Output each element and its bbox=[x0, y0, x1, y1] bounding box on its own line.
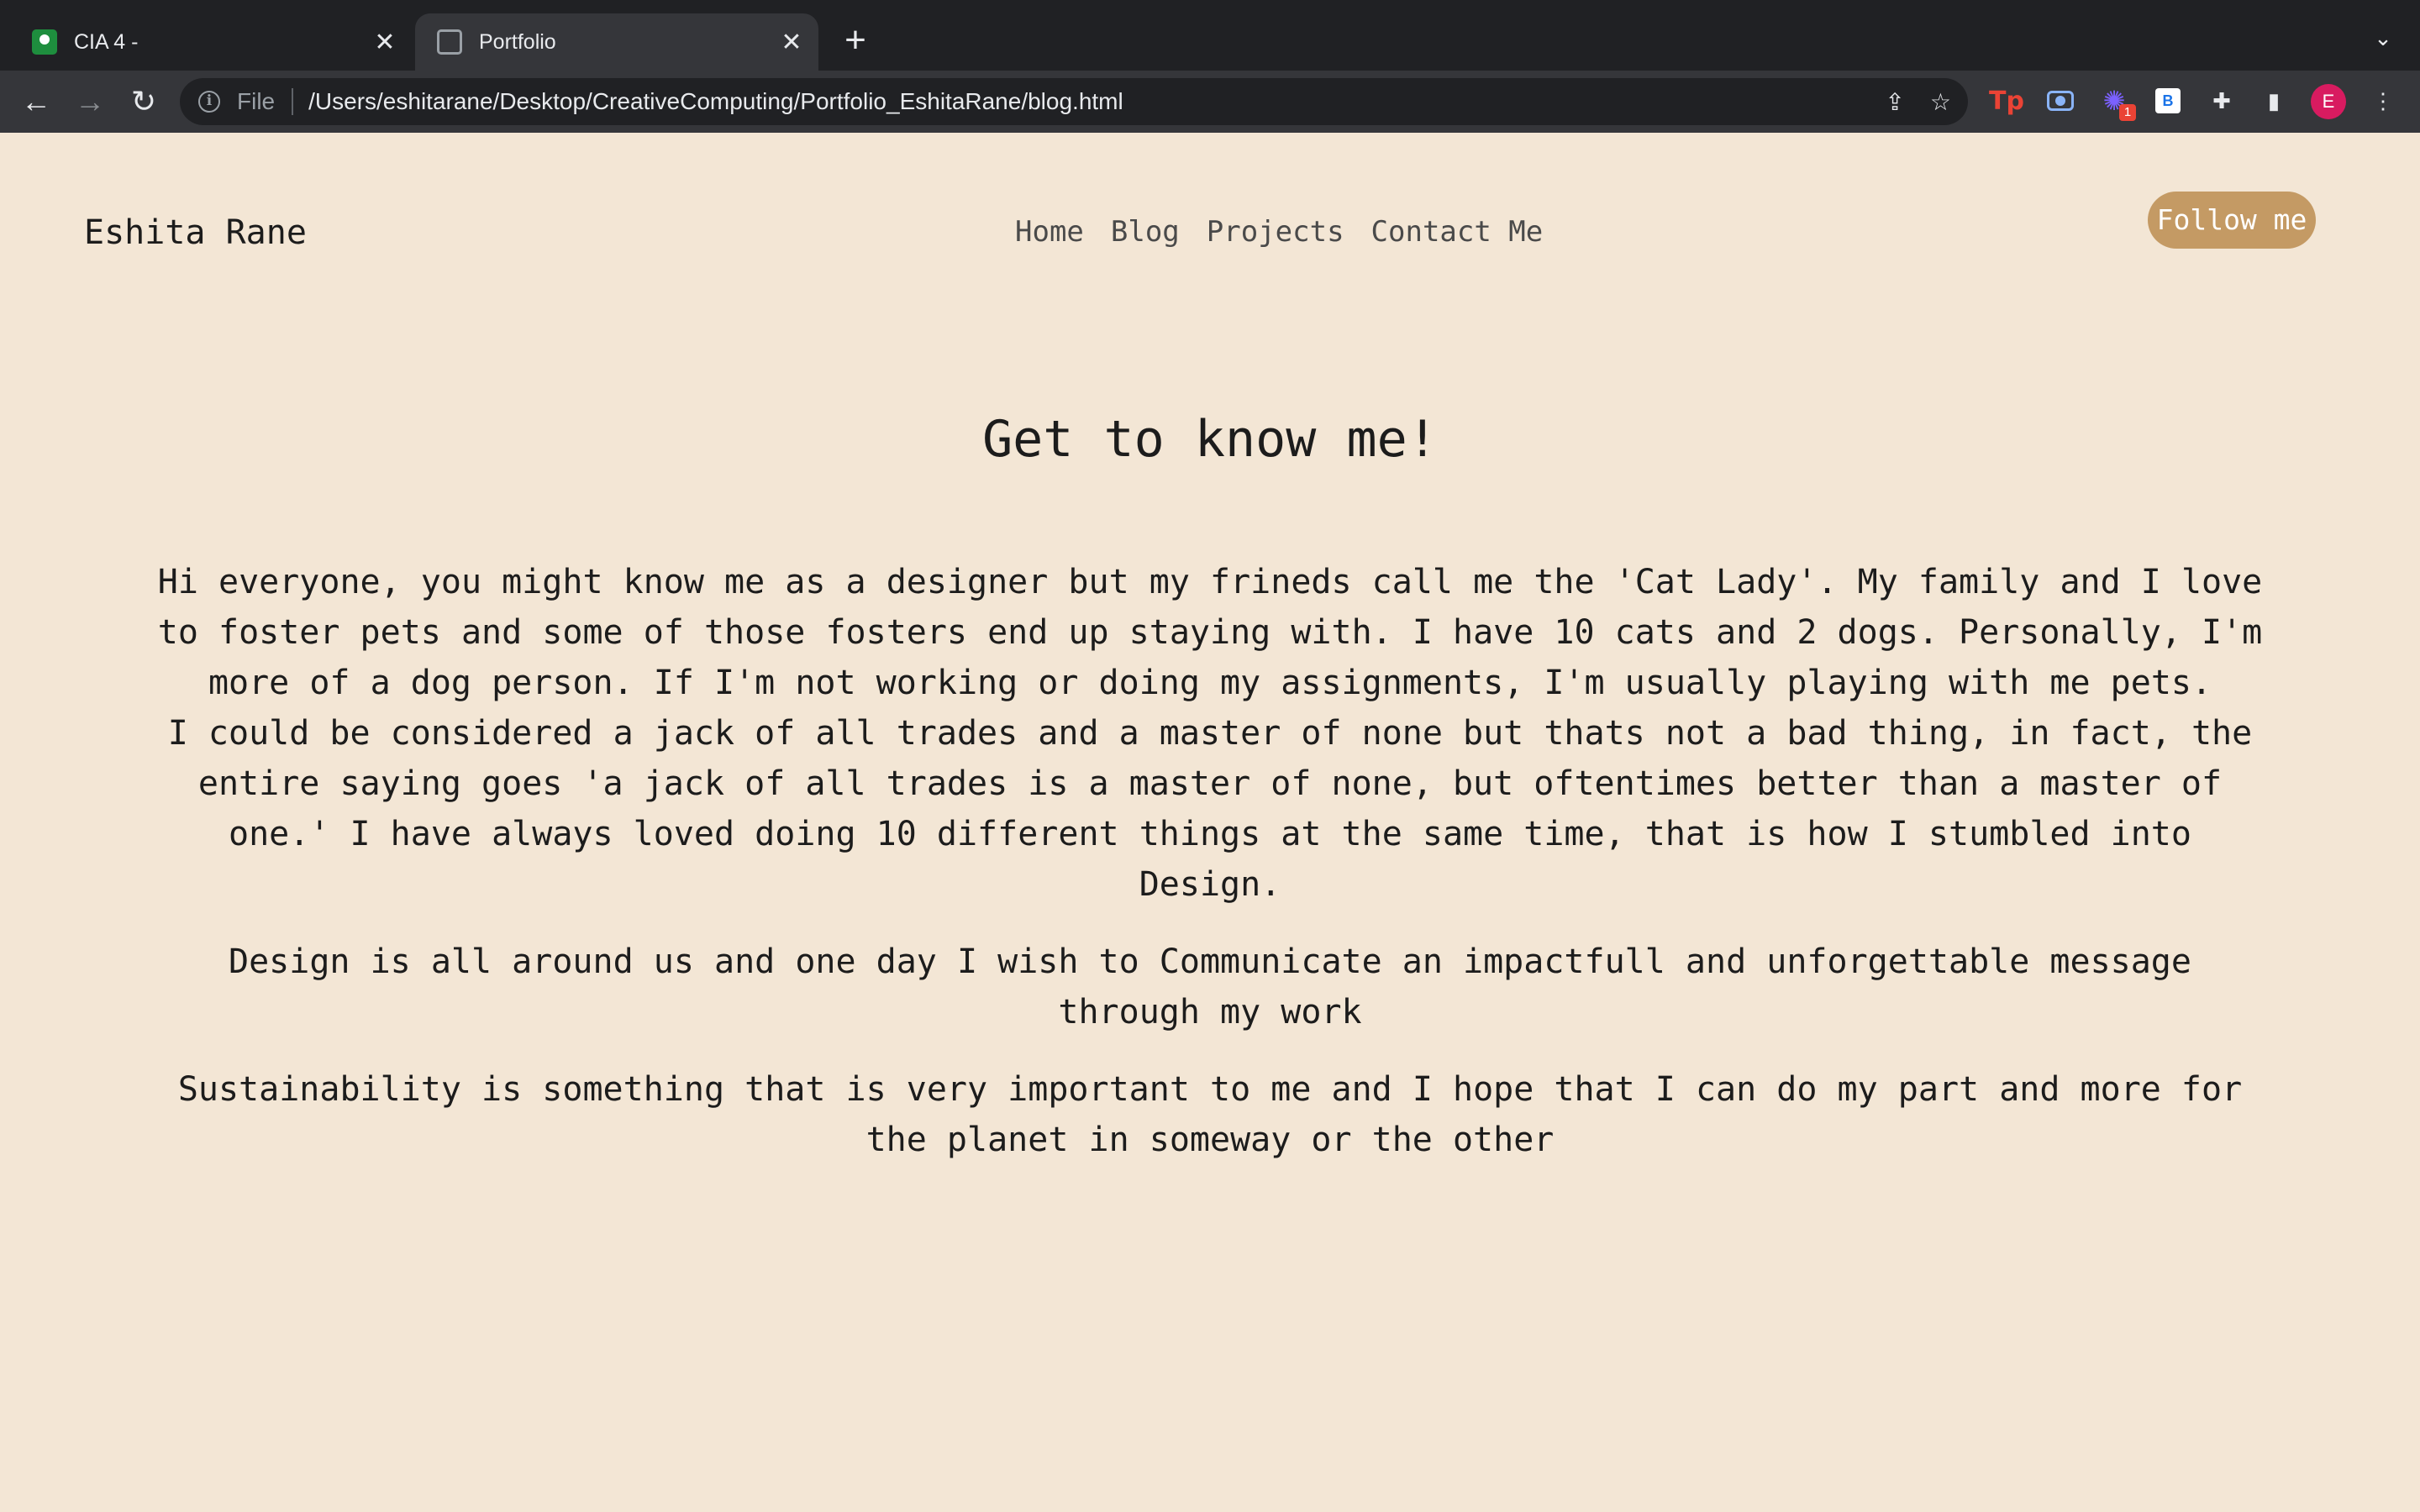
article-paragraph: Design is all around us and one day I wi… bbox=[229, 942, 2191, 1032]
page-title: Get to know me! bbox=[982, 410, 1438, 469]
follow-button[interactable]: Follow me bbox=[2148, 192, 2316, 249]
tab-cia[interactable]: CIA 4 - ✕ bbox=[0, 13, 412, 71]
nav-link-blog[interactable]: Blog bbox=[1111, 215, 1180, 249]
site-nav: Home Blog Projects Contact Me bbox=[1015, 215, 1543, 249]
reload-button[interactable]: ↻ bbox=[124, 82, 163, 121]
nav-link-contact[interactable]: Contact Me bbox=[1371, 215, 1544, 249]
address-bar[interactable]: i File /Users/eshitarane/Desktop/Creativ… bbox=[180, 78, 1968, 125]
divider bbox=[292, 88, 294, 115]
scheme-label: File bbox=[237, 88, 276, 114]
tab-portfolio[interactable]: Portfolio ✕ bbox=[415, 13, 818, 71]
address-actions: ⇪ ☆ bbox=[1885, 78, 1951, 125]
article-paragraph: Hi everyone, you might know me as a desi… bbox=[157, 563, 2263, 702]
more-menu-icon[interactable]: ⋮ bbox=[2366, 84, 2400, 118]
side-panel-icon[interactable]: ▮ bbox=[2257, 84, 2291, 118]
tab-title: Portfolio bbox=[479, 29, 556, 54]
puzzle-icon[interactable]: ✚ bbox=[2205, 84, 2238, 118]
web-page: Eshita Rane Home Blog Projects Contact M… bbox=[0, 133, 2420, 1512]
back-button[interactable]: ← bbox=[17, 82, 55, 121]
forward-button[interactable]: → bbox=[71, 82, 109, 121]
extension-tp-icon[interactable]: Tp bbox=[1989, 84, 2024, 118]
nav-link-projects[interactable]: Projects bbox=[1207, 215, 1344, 249]
bookmark-star-icon[interactable]: ☆ bbox=[1930, 88, 1951, 116]
extension-badge: 1 bbox=[2119, 104, 2136, 121]
close-icon[interactable]: ✕ bbox=[775, 25, 808, 59]
extension-b-icon[interactable]: B bbox=[2151, 84, 2185, 118]
share-icon[interactable]: ⇪ bbox=[1885, 88, 1904, 116]
article-paragraph: I could be considered a jack of all trad… bbox=[167, 714, 2253, 904]
browser-toolbar: ← → ↻ i File /Users/eshitarane/Desktop/C… bbox=[0, 71, 2420, 134]
extension-star-icon[interactable]: ✺ 1 bbox=[2097, 84, 2136, 121]
new-tab-button[interactable]: + bbox=[839, 22, 872, 62]
nav-link-home[interactable]: Home bbox=[1015, 215, 1084, 249]
screen-recorder-icon[interactable] bbox=[2044, 84, 2077, 118]
site-brand[interactable]: Eshita Rane bbox=[84, 213, 307, 252]
article-paragraph: Sustainability is something that is very… bbox=[177, 1070, 2243, 1159]
classroom-icon bbox=[32, 29, 57, 55]
close-icon[interactable]: ✕ bbox=[368, 25, 402, 59]
article-body: Hi everyone, you might know me as a desi… bbox=[151, 557, 2269, 1192]
chevron-down-icon[interactable]: ⌄ bbox=[2366, 25, 2400, 59]
url-text[interactable]: /Users/eshitarane/Desktop/CreativeComput… bbox=[308, 88, 1123, 115]
info-icon[interactable]: i bbox=[198, 91, 220, 113]
profile-avatar[interactable]: E bbox=[2311, 84, 2346, 119]
globe-icon bbox=[437, 29, 462, 55]
browser-tab-strip: CIA 4 - ✕ Portfolio ✕ + ⌄ bbox=[0, 0, 2420, 71]
tab-title: CIA 4 - bbox=[74, 29, 139, 54]
